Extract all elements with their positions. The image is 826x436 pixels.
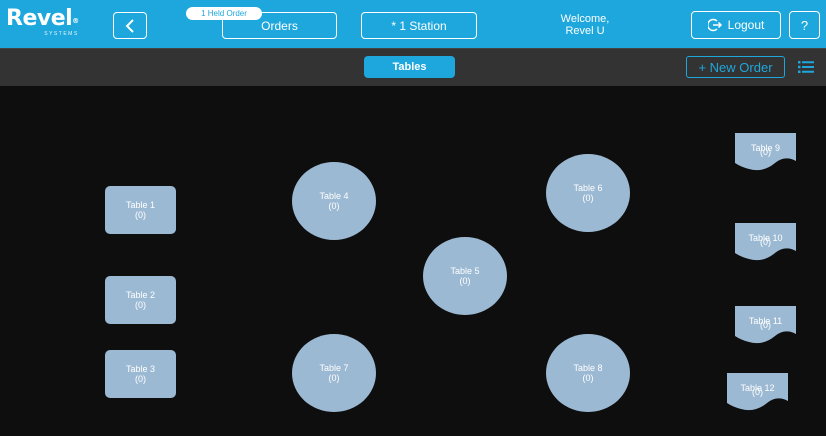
table-2[interactable]: Table 2 (0) xyxy=(105,276,176,324)
table-name: Table 6 xyxy=(573,183,603,193)
tab-tables[interactable]: Tables xyxy=(364,56,455,78)
table-name: Table 3 xyxy=(125,364,156,374)
table-5[interactable]: Table 5 (0) xyxy=(423,237,507,315)
table-name: Table 7 xyxy=(319,363,349,373)
floor-plan: Table 1 (0) Table 2 (0) Table 3 (0) Tabl… xyxy=(0,86,826,436)
sub-bar: Tables + New Order xyxy=(0,48,826,86)
table-count: (0) xyxy=(582,373,594,383)
table-count: (0) xyxy=(582,193,594,203)
table-12[interactable]: Table 12 (0) xyxy=(727,373,788,413)
table-3[interactable]: Table 3 (0) xyxy=(105,350,176,398)
table-name: Table 2 xyxy=(125,290,156,300)
station-button[interactable]: * 1 Station xyxy=(361,12,477,39)
table-count: (0) xyxy=(135,210,146,220)
table-8[interactable]: Table 8 (0) xyxy=(546,334,630,412)
table-count: (0) xyxy=(328,201,340,211)
table-11[interactable]: Table 11 (0) xyxy=(735,306,796,346)
new-order-button[interactable]: + New Order xyxy=(686,56,785,78)
table-10[interactable]: Table 10 (0) xyxy=(735,223,796,263)
table-7[interactable]: Table 7 (0) xyxy=(292,334,376,412)
table-count: (0) xyxy=(459,276,471,286)
table-6[interactable]: Table 6 (0) xyxy=(546,154,630,232)
table-name: Table 8 xyxy=(573,363,603,373)
top-bar: Revel® SYSTEMS 1 Held Order Orders * 1 S… xyxy=(0,0,826,48)
logout-label: Logout xyxy=(727,18,765,32)
revel-logo: Revel® SYSTEMS xyxy=(6,6,79,38)
table-name: Table 4 xyxy=(319,191,349,201)
logout-button[interactable]: Logout xyxy=(691,11,781,39)
welcome-message: Welcome, Revel U xyxy=(545,13,625,37)
help-button[interactable]: ? xyxy=(789,11,820,39)
back-button[interactable] xyxy=(113,12,147,39)
table-count: (0) xyxy=(752,387,763,397)
table-name: Table 5 xyxy=(450,266,480,276)
user-name: Revel U xyxy=(565,25,605,37)
table-count: (0) xyxy=(328,373,340,383)
table-1[interactable]: Table 1 (0) xyxy=(105,186,176,234)
table-count: (0) xyxy=(760,237,771,247)
logo-word: Revel xyxy=(6,6,73,31)
logo-subtitle: SYSTEMS xyxy=(44,31,79,37)
held-order-badge[interactable]: 1 Held Order xyxy=(186,7,262,20)
logout-icon xyxy=(707,18,722,32)
table-4[interactable]: Table 4 (0) xyxy=(292,162,376,240)
table-count: (0) xyxy=(135,300,146,310)
chevron-left-icon xyxy=(125,18,134,33)
table-count: (0) xyxy=(760,147,771,157)
table-count: (0) xyxy=(135,374,146,384)
logo-trademark: ® xyxy=(72,17,79,25)
table-9[interactable]: Table 9 (0) xyxy=(735,133,796,173)
list-icon[interactable] xyxy=(798,60,814,74)
table-count: (0) xyxy=(760,320,771,330)
table-name: Table 1 xyxy=(125,200,156,210)
welcome-line: Welcome, xyxy=(560,13,610,25)
